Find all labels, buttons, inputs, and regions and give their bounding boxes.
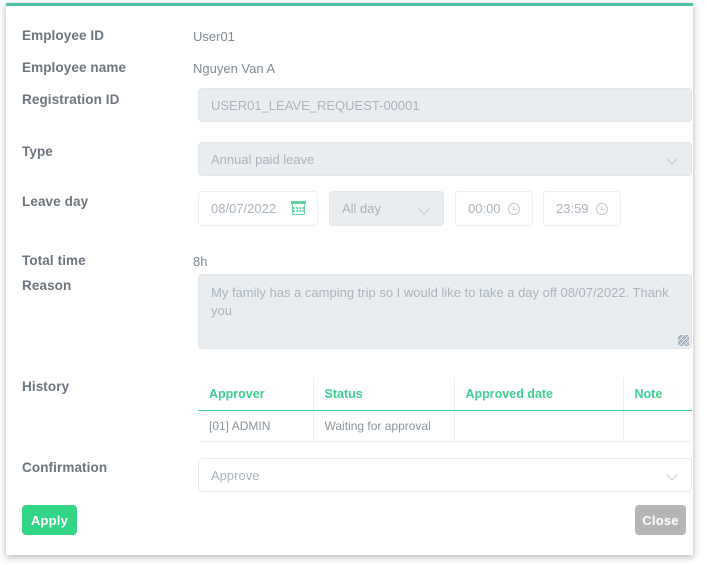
clock-icon[interactable] (596, 202, 608, 215)
reason-label: Reason (22, 278, 72, 293)
history-table: Approver Status Approved date Note [01] … (198, 378, 692, 442)
confirmation-value: Approve (211, 467, 260, 483)
column-header-note: Note (623, 378, 692, 411)
cell-approver: [01] ADMIN (198, 410, 314, 442)
cell-status: Waiting for approval (313, 410, 455, 442)
total-time-value: 8h (193, 254, 208, 269)
leave-time-to-value: 23:59 (556, 201, 589, 216)
reason-textarea[interactable] (198, 274, 692, 349)
leave-request-form: Employee ID User01 Employee name Nguyen … (6, 6, 693, 493)
total-time-label: Total time (22, 253, 86, 268)
leave-date-input[interactable]: 08/07/2022 (198, 191, 318, 226)
table-header-row: Approver Status Approved date Note (198, 378, 692, 411)
chevron-down-icon (667, 153, 679, 165)
leave-day-label: Leave day (22, 194, 89, 209)
leave-date-value: 08/07/2022 (211, 201, 277, 216)
apply-button[interactable]: Apply (22, 505, 77, 535)
registration-id-input[interactable]: USER01_LEAVE_REQUEST-00001 (198, 88, 692, 122)
leave-duration-select[interactable]: All day (329, 191, 444, 226)
history-label: History (22, 379, 70, 394)
dialog-footer: Apply Close (6, 493, 693, 555)
cell-approved-date (454, 410, 624, 442)
employee-id-label: Employee ID (22, 28, 105, 43)
type-value: Annual paid leave (211, 151, 315, 167)
column-header-approved-date: Approved date (454, 378, 624, 411)
type-select[interactable]: Annual paid leave (198, 142, 692, 176)
registration-id-value: USER01_LEAVE_REQUEST-00001 (211, 97, 420, 113)
leave-duration-value: All day (342, 201, 382, 216)
confirmation-label: Confirmation (22, 460, 108, 475)
leave-time-from-input[interactable]: 00:00 (455, 191, 533, 226)
column-header-status: Status (313, 378, 455, 411)
confirmation-select[interactable]: Approve (198, 458, 692, 492)
table-row: [01] ADMIN Waiting for approval (198, 410, 692, 442)
type-label: Type (22, 144, 53, 159)
close-button[interactable]: Close (635, 505, 686, 535)
employee-id-value: User01 (193, 29, 235, 44)
employee-name-label: Employee name (22, 60, 127, 75)
chevron-down-icon (667, 469, 679, 481)
leave-time-to-input[interactable]: 23:59 (543, 191, 621, 226)
leave-time-from-value: 00:00 (468, 201, 501, 216)
chevron-down-icon (419, 203, 431, 215)
clock-icon[interactable] (508, 202, 520, 215)
calendar-icon[interactable] (291, 201, 306, 215)
employee-name-value: Nguyen Van A (193, 61, 276, 76)
registration-id-label: Registration ID (22, 92, 120, 107)
leave-request-dialog: Employee ID User01 Employee name Nguyen … (6, 3, 693, 555)
column-header-approver: Approver (198, 378, 314, 411)
cell-note (623, 410, 692, 442)
